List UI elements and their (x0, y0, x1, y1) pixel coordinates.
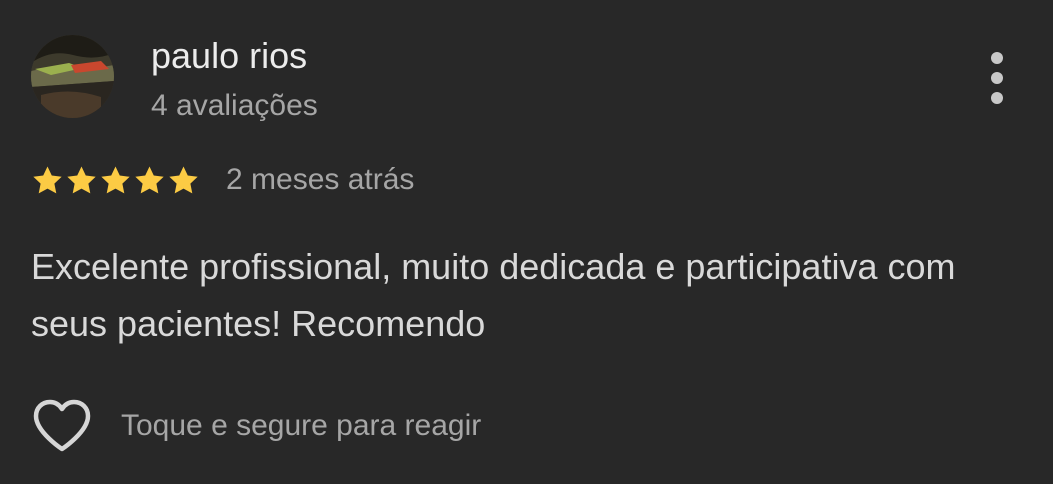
star-icon (67, 165, 96, 193)
author-name[interactable]: paulo rios (151, 36, 307, 76)
reaction-hint: Toque e segure para reagir (121, 409, 482, 442)
avatar-photo (31, 35, 114, 118)
star-icon (169, 165, 198, 193)
review-date: 2 meses atrás (226, 163, 415, 196)
star-icon (33, 165, 62, 193)
avatar[interactable] (31, 35, 114, 118)
react-button[interactable] (31, 396, 93, 456)
heart-outline-icon (33, 399, 91, 452)
more-vertical-icon (991, 52, 1003, 64)
review-card: paulo rios 4 avaliações 2 meses atrás Ex… (0, 0, 1053, 484)
more-options-button[interactable] (975, 48, 1019, 108)
reaction-row: Toque e segure para reagir (31, 396, 481, 456)
star-rating (31, 164, 200, 197)
more-vertical-icon-dot (991, 72, 1003, 84)
star-icon (135, 165, 164, 193)
star-icon (101, 165, 130, 193)
review-text: Excelente profissional, muito dedicada e… (31, 246, 956, 344)
more-vertical-icon-dot (991, 92, 1003, 104)
author-reviews-count: 4 avaliações (151, 89, 318, 122)
rating-row: 2 meses atrás (31, 158, 414, 202)
